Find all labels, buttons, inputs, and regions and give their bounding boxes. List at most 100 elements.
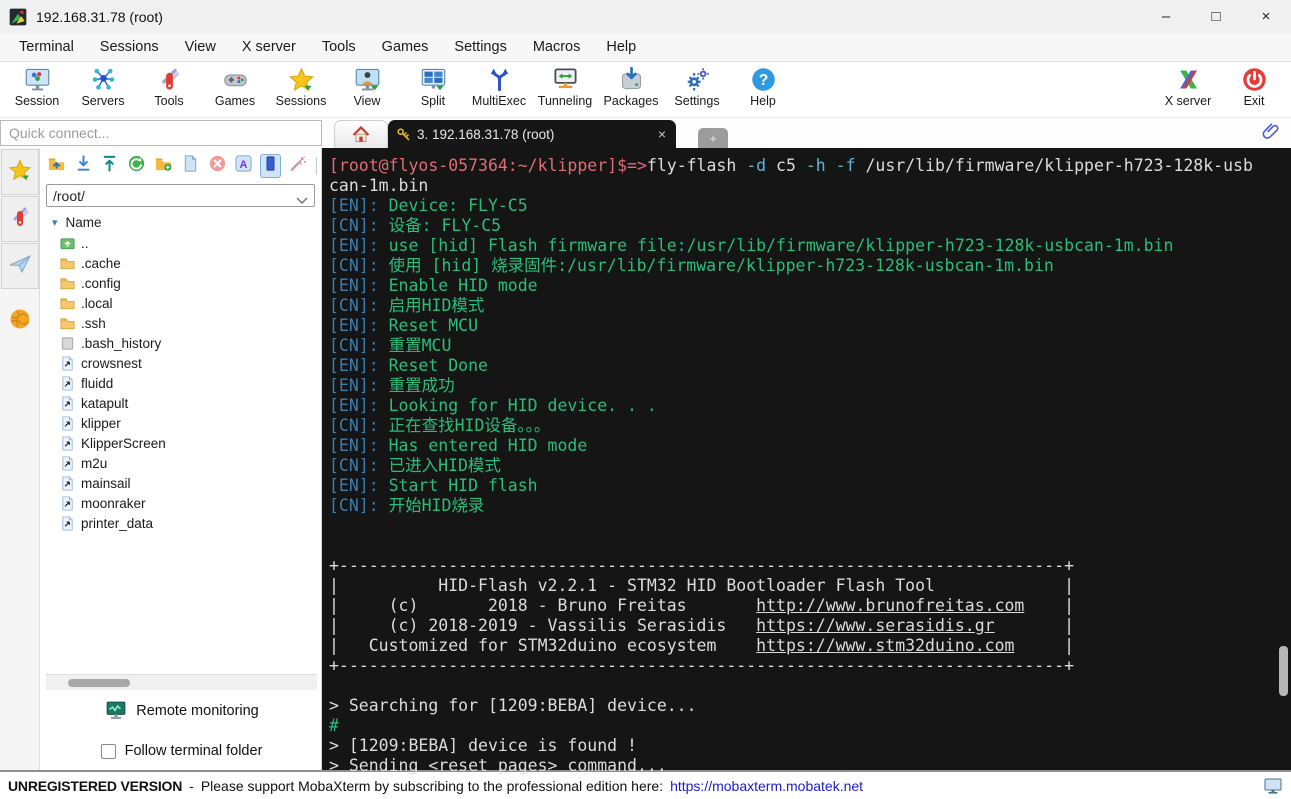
toolbar-button-exit[interactable]: Exit [1221, 64, 1287, 108]
link-icon [60, 355, 75, 371]
remote-monitoring-button[interactable]: Remote monitoring [46, 690, 317, 732]
new-file-button[interactable] [180, 154, 201, 178]
toolbar-button-help[interactable]: ? Help [730, 64, 796, 108]
wand-button[interactable] [287, 154, 308, 178]
terminal-line: [EN]: Start HID flash [329, 476, 538, 495]
rename-icon: A [234, 154, 253, 178]
file-item[interactable]: klipper [46, 413, 317, 433]
toolbar-button-split[interactable]: Split [400, 64, 466, 108]
sidebar-tab-tools-panel[interactable] [0, 196, 39, 242]
terminal-line: can-1m.bin [329, 176, 429, 195]
tab-home[interactable] [334, 120, 388, 148]
terminal-line: [CN]: 重置MCU [329, 336, 452, 355]
file-item[interactable]: mainsail [46, 473, 317, 493]
file-item[interactable]: .cache [46, 253, 317, 273]
close-button[interactable]: × [1241, 0, 1291, 33]
refresh-button[interactable] [126, 154, 147, 178]
file-list-header[interactable]: ▾ Name [46, 211, 317, 233]
toolbar-button-session[interactable]: Session [4, 64, 70, 108]
toolbar-button-tunneling[interactable]: Tunneling [532, 64, 598, 108]
terminal-output: [root@flyos-057364:~/klipper]$=>fly-flas… [329, 156, 1291, 776]
menu-settings[interactable]: Settings [441, 33, 519, 61]
toolbar-button-multiexec[interactable]: MultiExec [466, 64, 532, 108]
sidebar-horizontal-scrollbar[interactable] [46, 674, 317, 690]
parent-folder-button[interactable] [46, 154, 67, 178]
menu-view[interactable]: View [172, 33, 229, 61]
toolbar-button-label: Split [420, 94, 446, 108]
file-item[interactable]: .local [46, 293, 317, 313]
file-name: crowsnest [81, 355, 142, 371]
scrollbar-thumb[interactable] [68, 679, 130, 687]
folder-icon [60, 296, 75, 311]
help-icon: ? [750, 66, 777, 93]
folder-icon [60, 256, 75, 271]
remote-monitoring-icon [106, 701, 126, 719]
menu-tools[interactable]: Tools [309, 33, 369, 61]
mobatek-link[interactable]: https://mobaxterm.mobatek.net [670, 778, 863, 794]
menu-games[interactable]: Games [369, 33, 442, 61]
upload-button[interactable] [100, 154, 121, 178]
menu-x-server[interactable]: X server [229, 33, 309, 61]
new-folder-button[interactable] [153, 154, 174, 178]
delete-button[interactable] [207, 154, 228, 178]
minimize-button[interactable]: – [1141, 0, 1191, 33]
menu-sessions[interactable]: Sessions [87, 33, 172, 61]
toolbar-button-servers[interactable]: Servers [70, 64, 136, 108]
sidebar-tab-macros-panel[interactable] [0, 243, 39, 289]
terminal-scrollbar-thumb[interactable] [1279, 645, 1288, 696]
menu-macros[interactable]: Macros [520, 33, 594, 61]
panel-view-button[interactable] [260, 154, 282, 178]
toolbar-button-view[interactable]: View [334, 64, 400, 108]
file-item[interactable]: .config [46, 273, 317, 293]
title-bar: 192.168.31.78 (root) – □ × [0, 0, 1291, 33]
tab-close-icon[interactable]: × [656, 126, 668, 142]
terminal-line: [root@flyos-057364:~/klipper]$=>fly-flas… [329, 156, 1253, 175]
quick-connect-input[interactable] [0, 120, 322, 146]
paperclip-icon[interactable] [1261, 121, 1281, 141]
delete-icon [208, 154, 227, 178]
file-name: fluidd [81, 375, 114, 391]
follow-terminal-folder-checkbox[interactable] [100, 743, 116, 759]
menu-help[interactable]: Help [593, 33, 649, 61]
download-button[interactable] [73, 154, 94, 178]
terminal-line: | (c) 2018-2019 - Vassilis Serasidis htt… [329, 616, 1075, 635]
terminal-line: [CN]: 设备: FLY-C5 [329, 216, 502, 235]
path-dropdown[interactable]: /root/ [46, 184, 315, 207]
terminal-scrollbar[interactable] [1278, 148, 1289, 770]
maximize-button[interactable]: □ [1191, 0, 1241, 33]
toolbar-button-sessions[interactable]: Sessions [268, 64, 334, 108]
globe-icon [8, 307, 32, 336]
exit-icon [1241, 66, 1268, 93]
menu-terminal[interactable]: Terminal [6, 33, 87, 61]
window-title: 192.168.31.78 (root) [36, 8, 163, 25]
file-item[interactable]: fluidd [46, 373, 317, 393]
new-tab-button[interactable]: + [698, 128, 728, 148]
file-name: .. [81, 235, 89, 251]
file-item[interactable]: .bash_history [46, 333, 317, 353]
terminal-line: +---------------------------------------… [329, 656, 1075, 675]
terminal-line: [EN]: Enable HID mode [329, 276, 538, 295]
toolbar-button-tools[interactable]: Tools [136, 64, 202, 108]
toolbar-button-games[interactable]: Games [202, 64, 268, 108]
file-name: klipper [81, 415, 121, 431]
terminal[interactable]: [root@flyos-057364:~/klipper]$=>fly-flas… [322, 148, 1291, 775]
rename-button[interactable]: A [233, 154, 254, 178]
file-item[interactable]: moonraker [46, 493, 317, 513]
file-item[interactable]: crowsnest [46, 353, 317, 373]
link-icon [60, 515, 75, 531]
toolbar-button-x-server[interactable]: X server [1155, 64, 1221, 108]
file-name: m2u [81, 455, 108, 471]
sidebar-tab-sftp-panel[interactable] [1, 301, 39, 341]
file-item[interactable]: m2u [46, 453, 317, 473]
file-item[interactable]: printer_data [46, 513, 317, 533]
toolbar-button-packages[interactable]: Packages [598, 64, 664, 108]
file-item[interactable]: katapult [46, 393, 317, 413]
file-item[interactable]: .ssh [46, 313, 317, 333]
file-item[interactable]: KlipperScreen [46, 433, 317, 453]
file-name: printer_data [81, 515, 154, 531]
games-icon [222, 66, 249, 93]
file-item[interactable]: .. [46, 233, 317, 253]
toolbar-button-settings[interactable]: Settings [664, 64, 730, 108]
sidebar-tab-sessions-panel[interactable] [0, 149, 39, 195]
tab-active-session[interactable]: 3. 192.168.31.78 (root) × [388, 120, 676, 148]
